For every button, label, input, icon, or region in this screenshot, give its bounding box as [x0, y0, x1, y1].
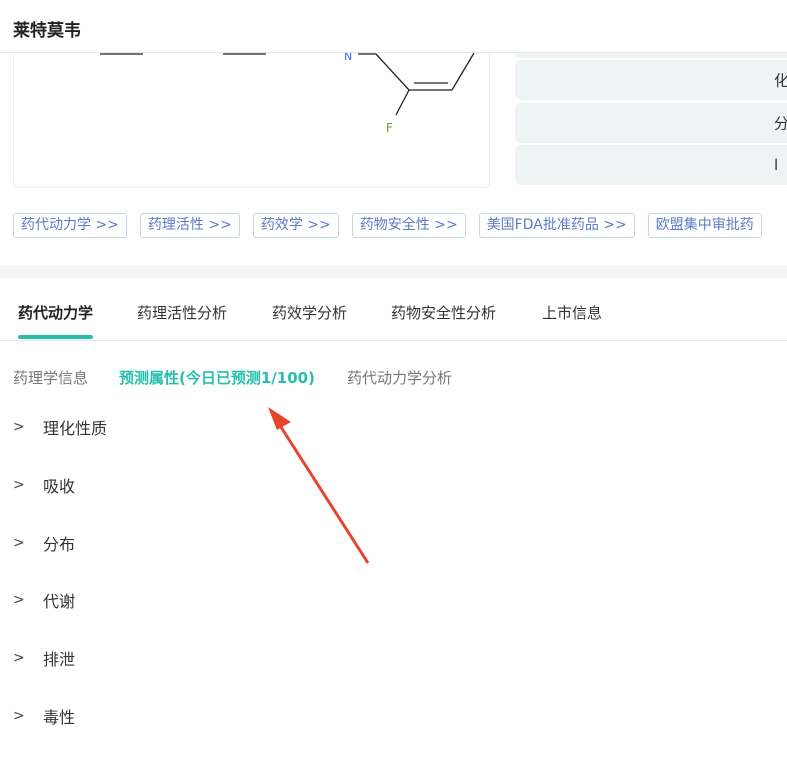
property-label: 分 — [774, 114, 787, 133]
tab-pharmacokinetics[interactable]: 药代动力学 — [18, 302, 94, 339]
page-header: 莱特莫韦 — [0, 0, 787, 53]
section-metabolism[interactable]: > 代谢 — [13, 588, 75, 612]
section-absorption[interactable]: > 吸收 — [13, 473, 75, 497]
molecule-structure: N F — [13, 40, 490, 188]
tag-ema[interactable]: 欧盟集中审批药 — [647, 213, 762, 238]
section-toxicity[interactable]: > 毒性 — [13, 704, 75, 728]
tag-pharmacokinetics[interactable]: 药代动力学 >> — [13, 213, 127, 238]
section-physchem[interactable]: > 理化性质 — [13, 415, 107, 439]
main-tabs: 药代动力学 药理活性分析 药效学分析 药物安全性分析 上市信息 — [0, 278, 787, 341]
tag-safety[interactable]: 药物安全性 >> — [351, 213, 466, 238]
section-divider — [0, 265, 787, 278]
property-row: l — [515, 145, 787, 185]
chevron-right-icon: > — [13, 419, 25, 435]
subtab-predicted-properties[interactable]: 预测属性(今日已预测1/100) — [119, 367, 315, 388]
tab-pharmacodynamics[interactable]: 药效学分析 — [272, 302, 347, 323]
subtab-pharmacology-info[interactable]: 药理学信息 — [13, 367, 88, 388]
section-excretion[interactable]: > 排泄 — [13, 646, 75, 670]
tab-pharmacology[interactable]: 药理活性分析 — [137, 302, 227, 323]
property-label: l — [774, 156, 779, 174]
tab-market[interactable]: 上市信息 — [542, 302, 602, 323]
chevron-right-icon: > — [13, 535, 25, 551]
property-row — [515, 53, 787, 58]
chevron-right-icon: > — [13, 650, 25, 666]
property-row: 分 — [515, 103, 787, 143]
tab-safety[interactable]: 药物安全性分析 — [391, 302, 496, 323]
quick-links: 药代动力学 >> 药理活性 >> 药效学 >> 药物安全性 >> 美国FDA批准… — [13, 213, 762, 238]
svg-text:F: F — [386, 121, 393, 135]
section-distribution[interactable]: > 分布 — [13, 531, 75, 555]
subtab-pk-analysis[interactable]: 药代动力学分析 — [347, 367, 452, 388]
tag-pharmacology[interactable]: 药理活性 >> — [139, 213, 240, 238]
chevron-right-icon: > — [13, 708, 25, 724]
tag-fda[interactable]: 美国FDA批准药品 >> — [478, 213, 635, 238]
page-title: 莱特莫韦 — [13, 21, 81, 41]
chevron-right-icon: > — [13, 477, 25, 493]
property-row: 化 — [515, 60, 787, 100]
tag-pharmacodynamics[interactable]: 药效学 >> — [252, 213, 339, 238]
chevron-right-icon: > — [13, 592, 25, 608]
molecule-drawing: N F — [100, 50, 475, 135]
property-label: 化 — [774, 71, 787, 90]
